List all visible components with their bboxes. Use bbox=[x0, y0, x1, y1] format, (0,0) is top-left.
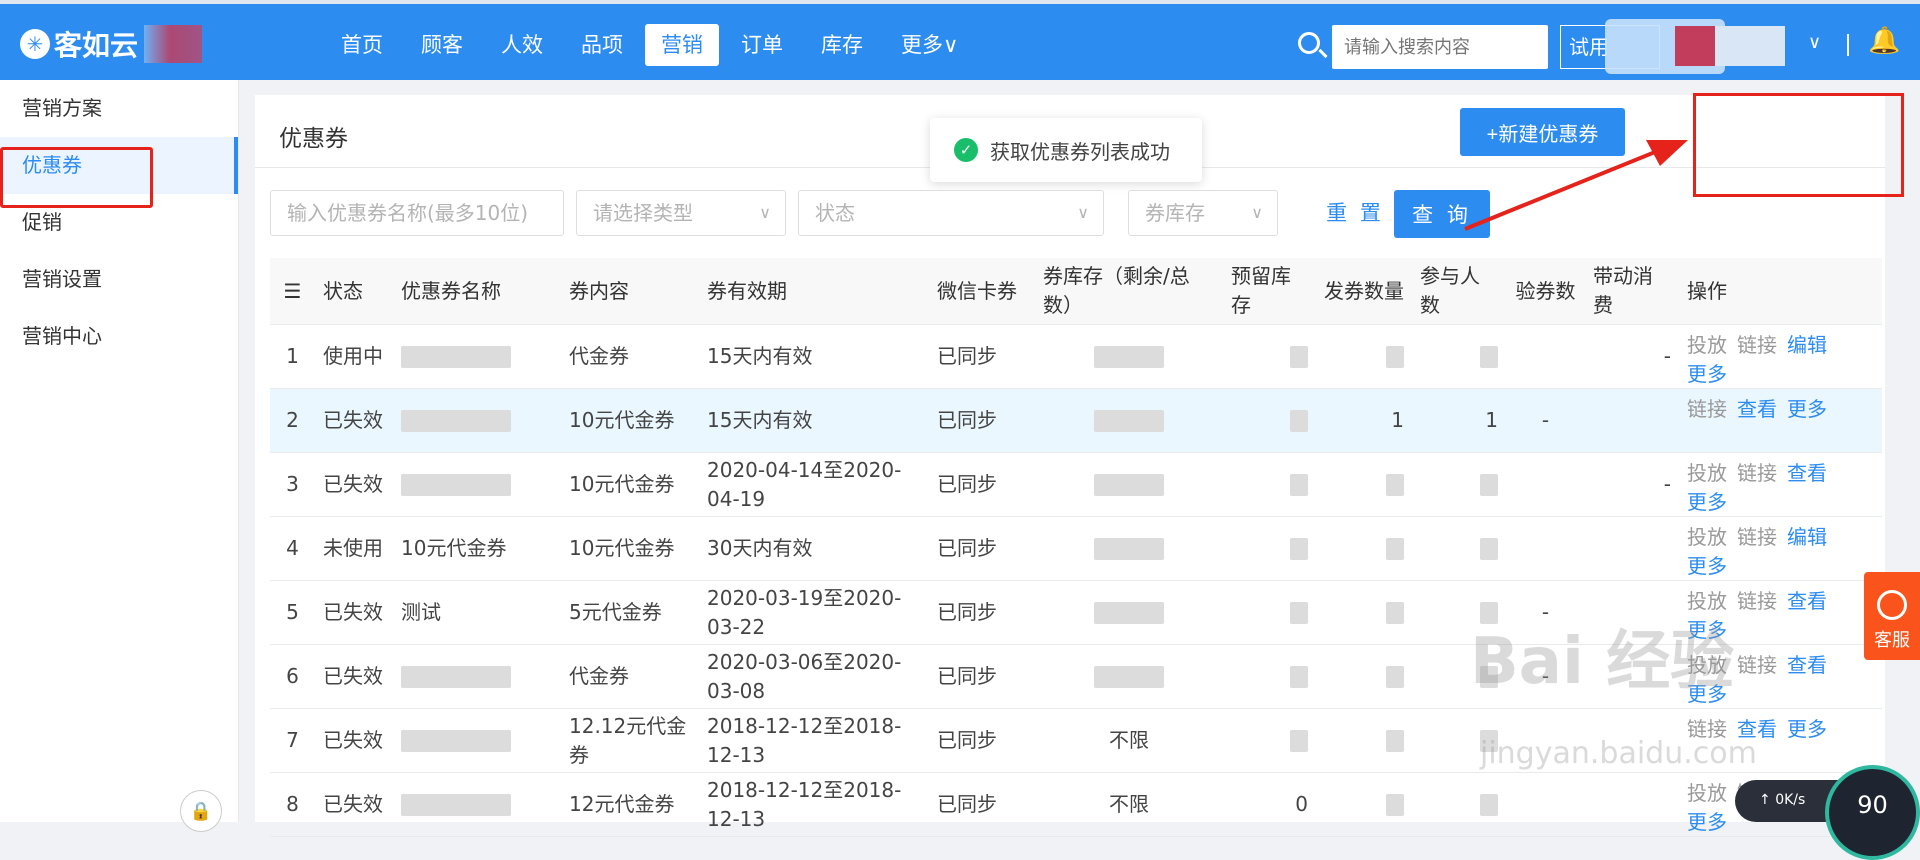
annotation-arrow-line bbox=[1464, 148, 1661, 231]
annotation-arrow bbox=[1464, 140, 1688, 231]
